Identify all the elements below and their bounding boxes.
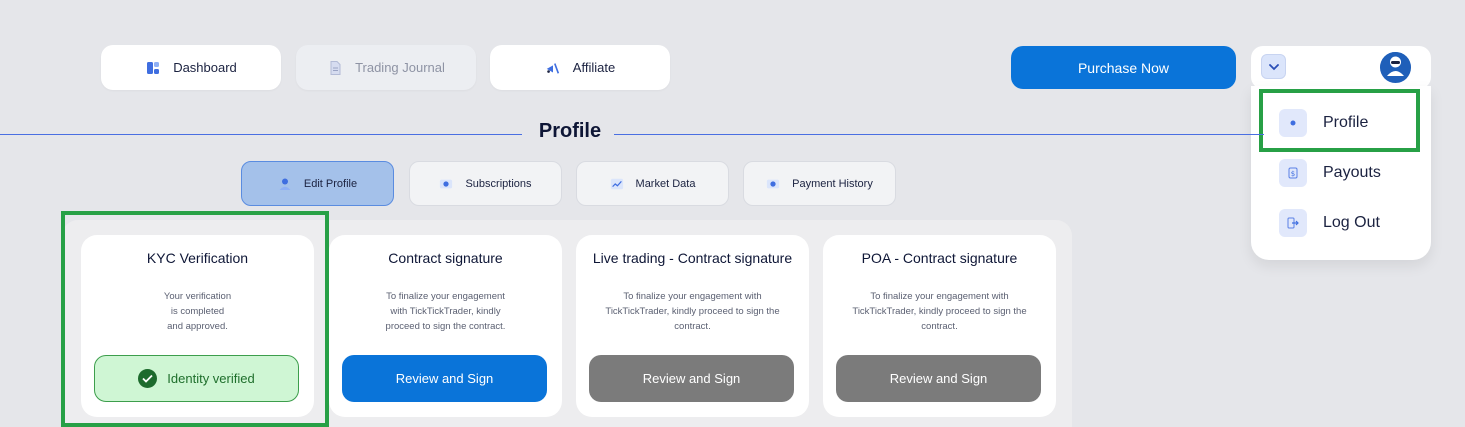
contract-signature-card: Contract signature To finalize your enga… [329, 235, 562, 417]
user-avatar-icon [1380, 52, 1411, 83]
tab-payment-history[interactable]: Payment History [743, 161, 896, 206]
card-title: KYC Verification [146, 250, 249, 266]
identity-verified-label: Identity verified [167, 371, 255, 386]
title-divider-right [614, 134, 1264, 135]
menu-item-payouts[interactable]: $ Payouts [1261, 148, 1421, 198]
card-description: To finalize your engagement with TickTic… [852, 291, 1027, 332]
card-title: Live trading - Contract signature [592, 250, 793, 266]
dashboard-icon [145, 60, 161, 76]
user-icon [278, 177, 292, 191]
nav-dashboard-button[interactable]: Dashboard [101, 45, 281, 90]
nav-trading-journal-label: Trading Journal [355, 60, 445, 75]
review-and-sign-button-disabled[interactable]: Review and Sign [589, 355, 794, 402]
chevron-down-icon [1268, 58, 1279, 76]
nav-affiliate-button[interactable]: Affiliate [490, 45, 670, 90]
check-circle-icon [138, 369, 158, 388]
card-title: POA - Contract signature [861, 250, 1018, 266]
identity-verified-button[interactable]: Identity verified [94, 355, 299, 402]
logout-icon [1279, 209, 1307, 237]
page-title: Profile [538, 120, 602, 142]
tab-payment-history-label: Payment History [792, 177, 873, 190]
menu-item-profile-label: Profile [1323, 114, 1369, 131]
user-menu-toggle-button[interactable] [1261, 54, 1286, 79]
profile-icon [1279, 109, 1307, 137]
user-avatar[interactable] [1380, 52, 1411, 83]
payment-icon [766, 177, 780, 191]
poa-contract-card: POA - Contract signature To finalize you… [823, 235, 1056, 417]
journal-icon [327, 60, 343, 76]
nav-affiliate-label: Affiliate [572, 60, 616, 75]
card-title: Contract signature [388, 250, 503, 266]
nav-trading-journal-button[interactable]: Trading Journal [296, 45, 476, 90]
menu-item-logout-label: Log Out [1323, 214, 1380, 231]
subscription-icon [439, 177, 453, 191]
chart-icon [610, 177, 624, 191]
tab-subscriptions-label: Subscriptions [465, 177, 532, 190]
tab-edit-profile[interactable]: Edit Profile [241, 161, 394, 206]
tab-edit-profile-label: Edit Profile [303, 177, 358, 190]
card-description: Your verification is completed and appro… [163, 291, 232, 332]
nav-dashboard-label: Dashboard [173, 60, 237, 75]
review-and-sign-button[interactable]: Review and Sign [342, 355, 547, 402]
card-description: To finalize your engagement with TickTic… [385, 291, 506, 332]
dollar-icon: $ [1279, 159, 1307, 187]
menu-item-payouts-label: Payouts [1323, 164, 1381, 181]
card-description: To finalize your engagement with TickTic… [605, 291, 780, 332]
menu-item-logout[interactable]: Log Out [1261, 198, 1421, 248]
kyc-verification-card: KYC Verification Your verification is co… [81, 235, 314, 417]
live-trading-contract-card: Live trading - Contract signature To fin… [576, 235, 809, 417]
tab-subscriptions[interactable]: Subscriptions [409, 161, 562, 206]
tab-market-data[interactable]: Market Data [576, 161, 729, 206]
purchase-now-button[interactable]: Purchase Now [1011, 46, 1236, 89]
affiliate-icon [545, 60, 561, 76]
svg-text:$: $ [1291, 170, 1295, 178]
title-divider-left [0, 134, 522, 135]
user-menu-header [1251, 46, 1431, 89]
tab-market-data-label: Market Data [635, 177, 696, 190]
review-and-sign-button-disabled[interactable]: Review and Sign [836, 355, 1041, 402]
user-menu-dropdown: Profile $ Payouts Log Out [1251, 86, 1431, 260]
menu-item-profile[interactable]: Profile [1261, 98, 1421, 148]
